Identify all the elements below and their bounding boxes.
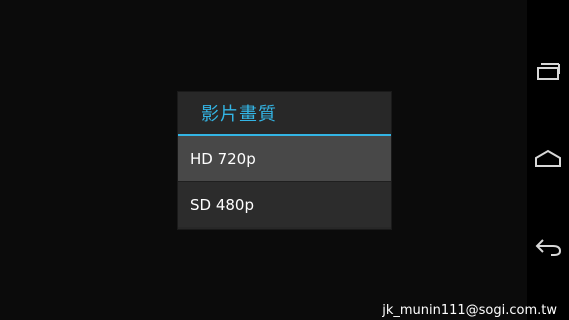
watermark-text: jk_munin111@sogi.com.tw bbox=[382, 303, 557, 318]
option-label: SD 480p bbox=[190, 195, 254, 214]
device-screen: 影片畫質 HD 720p SD 480p jk_munin111@sogi.co… bbox=[0, 0, 569, 320]
dialog-header: 影片畫質 bbox=[178, 92, 391, 134]
option-label: HD 720p bbox=[190, 149, 256, 168]
dialog-title: 影片畫質 bbox=[201, 104, 277, 125]
recent-apps-icon[interactable] bbox=[532, 55, 564, 87]
option-hd-720p[interactable]: HD 720p bbox=[178, 136, 391, 181]
back-icon[interactable] bbox=[532, 231, 564, 263]
home-icon[interactable] bbox=[532, 143, 564, 175]
option-sd-480p[interactable]: SD 480p bbox=[178, 181, 391, 227]
video-quality-dialog: 影片畫質 HD 720p SD 480p bbox=[178, 92, 391, 229]
navigation-bar bbox=[527, 0, 569, 320]
